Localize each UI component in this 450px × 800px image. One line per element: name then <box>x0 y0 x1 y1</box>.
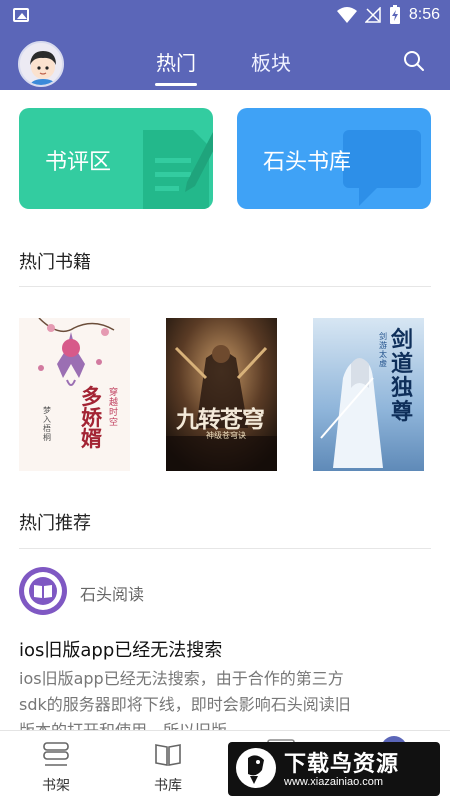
book-cover-title: 多娇婿 <box>81 384 102 451</box>
book-cover-author: 梦入梧桐 <box>43 406 51 442</box>
tab-sections[interactable]: 板块 <box>251 47 291 76</box>
book-cover-title: 剑道独尊 <box>391 327 414 425</box>
book-cover-subtitle: 穿越时空 <box>109 388 119 428</box>
nav-library[interactable]: 书库 <box>128 731 208 800</box>
book-cover-subtitle: 剑游太虚 <box>379 332 387 368</box>
post-excerpt[interactable]: ios旧版app已经无法搜索，由于合作的第三方sdk的服务器即将下线，即时会影响… <box>19 666 364 734</box>
book-review-label: 书评区 <box>45 150 112 175</box>
avatar-face-icon <box>20 43 62 85</box>
book-cover[interactable]: 多娇婿 穿越时空 梦入梧桐 <box>19 318 130 471</box>
no-signal-icon <box>364 7 381 23</box>
hot-recommend-heading: 热门推荐 <box>19 513 91 534</box>
book-review-card[interactable]: 书评区 <box>19 108 213 209</box>
stone-library-card[interactable]: 石头书库 <box>237 108 431 209</box>
user-avatar[interactable] <box>18 41 64 87</box>
bird-logo-icon <box>236 748 276 788</box>
nav-library-label: 书库 <box>154 778 182 794</box>
book-open-icon <box>155 744 181 766</box>
book-cover[interactable]: 剑道独尊 剑游太虚 <box>313 318 424 471</box>
divider <box>19 286 431 287</box>
nav-bookshelf[interactable]: 书架 <box>16 731 96 800</box>
nav-bookshelf-label: 书架 <box>42 778 70 794</box>
tab-hot[interactable]: 热门 <box>155 47 197 86</box>
battery-charging-icon <box>389 5 400 24</box>
divider <box>19 548 431 549</box>
bookshelf-icon <box>43 742 69 766</box>
post-author-name[interactable]: 石头阅读 <box>80 581 144 605</box>
wifi-icon <box>336 7 357 23</box>
warrior-cover-art <box>166 318 277 471</box>
watermark-title: 下载鸟资源 <box>284 752 400 777</box>
watermark-banner: 下载鸟资源 www.xiazainiao.com <box>228 742 440 796</box>
image-notification-icon <box>13 8 29 22</box>
post-title[interactable]: ios旧版app已经无法搜索 <box>19 636 222 662</box>
hot-books-heading: 热门书籍 <box>19 252 91 273</box>
book-cover-title: 九转苍穹 <box>176 406 265 433</box>
chat-bubble-icon <box>343 130 421 206</box>
status-time: 8:56 <box>408 6 440 23</box>
status-icons: 8:56 <box>336 5 440 25</box>
avatar-ring <box>24 572 62 610</box>
status-bar: 8:56 <box>0 0 450 33</box>
search-button[interactable] <box>402 49 426 73</box>
open-book-icon <box>29 577 57 605</box>
document-edit-icon <box>143 130 213 209</box>
watermark-url: www.xiazainiao.com <box>284 776 384 788</box>
stone-library-label: 石头书库 <box>263 150 352 175</box>
book-cover[interactable]: 九转苍穹 神级苍穹诀 <box>166 318 277 471</box>
app-header: 热门 板块 <box>0 33 450 90</box>
post-author-avatar[interactable] <box>19 567 67 615</box>
search-icon <box>404 51 424 71</box>
book-cover-subtitle: 神级苍穹诀 <box>206 431 246 440</box>
